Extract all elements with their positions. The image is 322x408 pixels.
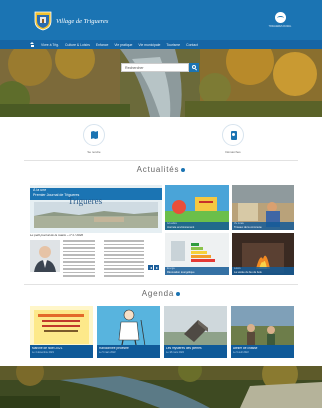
news-card[interactable]: Actualités Journée environnement (165, 185, 229, 230)
nav-item-tourisme[interactable]: Tourisme (166, 43, 180, 47)
featured-subtitle: Le petit journal de la mairie – n°1 / 20… (30, 233, 84, 237)
hero-banner (0, 49, 322, 117)
quick-link-docs-label: Démarches (225, 150, 241, 154)
editorial-text-1 (63, 240, 95, 279)
nav-item-vivre[interactable]: Vivre à Trig. (41, 43, 59, 47)
map-icon (91, 131, 98, 139)
hero-river-photo (0, 49, 322, 117)
nav-item-culture[interactable]: Culture & Loisirs (65, 43, 90, 47)
agenda-item[interactable]: Atelier de chasse Le 9 avril 2022 (231, 306, 294, 358)
nav-item-contact[interactable]: Contact (186, 43, 198, 47)
news-card-title: Travaux de la commune (234, 225, 262, 229)
agenda-item[interactable]: Marché de Noël 2021 Le 4 décembre 2021 (30, 306, 93, 358)
news-section-title: Actualités (0, 165, 322, 174)
agenda-item-title: Les mystères des pierres (166, 346, 202, 350)
agenda-item[interactable]: Randonnée pédestre Le 5 mars 2022 (97, 306, 160, 358)
quick-link-map-label: Se rendre (87, 150, 101, 154)
divider (24, 160, 298, 161)
search-button[interactable] (189, 63, 199, 72)
agenda-item-date: Le 9 avril 2022 (233, 351, 249, 355)
partner-logo[interactable]: TRIGUERES RURAL (264, 12, 296, 34)
plus-icon[interactable] (181, 167, 186, 172)
main-nav: Vivre à Trig. Culture & Loisirs Enfance … (0, 40, 322, 49)
agenda-item-title: Atelier de chasse (233, 346, 258, 350)
home-icon[interactable] (30, 42, 35, 47)
editorial-text-2 (104, 240, 144, 279)
partner-logo-icon (274, 12, 286, 23)
carousel-prev-button[interactable] (148, 265, 153, 270)
agenda-item[interactable]: Les mystères des pierres Le 18 mars 2022 (164, 306, 227, 358)
news-card-title: Journée environnement (167, 225, 195, 229)
nav-item-vie-pratique[interactable]: Vie pratique (114, 43, 132, 47)
carousel-next-button[interactable] (154, 265, 159, 270)
agenda-item-title: Randonnée pédestre (99, 346, 129, 350)
divider (24, 284, 298, 285)
search-box (121, 63, 189, 72)
site-title[interactable]: Village de Trigueres (56, 18, 108, 25)
document-icon (230, 130, 237, 140)
mayor-photo (30, 240, 60, 272)
news-card[interactable]: Énergie Rénovation énergétique (165, 233, 229, 275)
plus-icon[interactable] (176, 291, 181, 296)
agenda-item-date: Le 5 mars 2022 (99, 351, 116, 355)
footer-landscape-photo (0, 366, 322, 408)
nav-item-vie-municipale[interactable]: Vie municipale (138, 43, 160, 47)
news-card[interactable]: Loisirs La soirée du feu de bois (232, 233, 294, 275)
site-header: Village de Trigueres TRIGUERES RURAL (0, 0, 322, 40)
featured-article[interactable]: À la une Premier Journal de Trigueres Tr… (30, 185, 162, 233)
partner-logo-caption: TRIGUERES RURAL (268, 25, 292, 28)
agenda-item-date: Le 4 décembre 2021 (32, 351, 54, 355)
featured-masthead: Trigueres (68, 196, 103, 206)
agenda-item-title: Marché de Noël 2021 (32, 346, 63, 350)
village-crest-logo[interactable] (32, 9, 54, 31)
quick-link-map[interactable]: Se rendre (69, 124, 119, 154)
news-card-title: Rénovation énergétique (167, 270, 195, 274)
quick-link-docs[interactable]: Démarches (208, 124, 258, 154)
agenda-item-date: Le 18 mars 2022 (166, 351, 184, 355)
news-card[interactable]: Vie locale Travaux de la commune (232, 185, 294, 230)
news-card-title: La soirée du feu de bois (234, 270, 262, 274)
nav-item-enfance[interactable]: Enfance (96, 43, 108, 47)
search-input[interactable] (122, 64, 178, 72)
agenda-section-title: Agenda (0, 289, 322, 298)
